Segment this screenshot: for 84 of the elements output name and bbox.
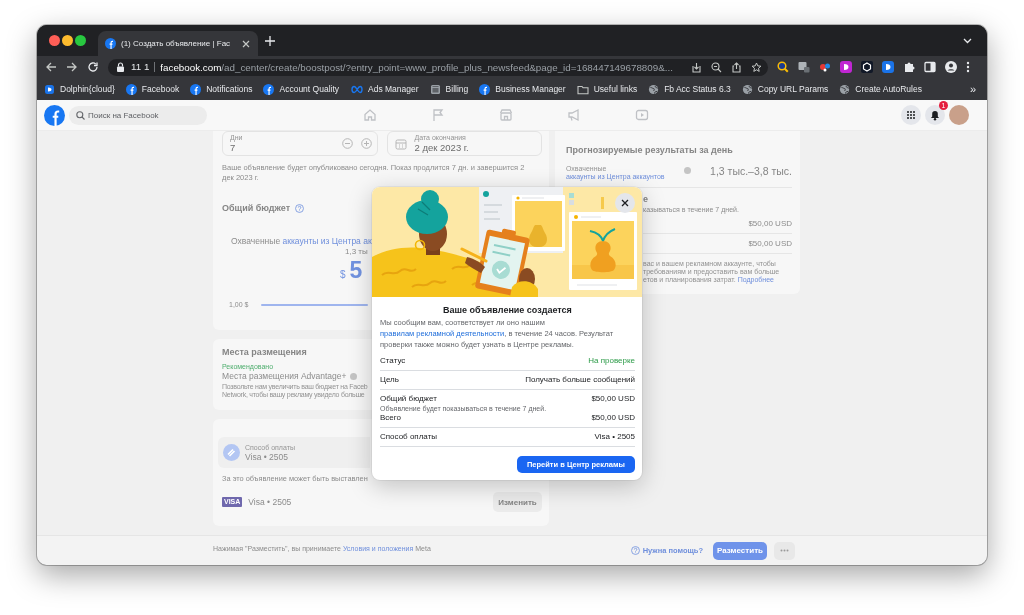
f-logo-icon <box>479 83 491 95</box>
bookmark[interactable]: Account Quality <box>263 83 339 95</box>
card-text: Visa • 2505 <box>248 497 292 507</box>
bookmark[interactable]: Fb Acc Status 6.3 <box>648 83 731 95</box>
bookmark[interactable]: Create AutoRules <box>839 83 922 95</box>
section-title: Общий бюджет <box>222 203 291 214</box>
section-title: е <box>643 194 649 205</box>
back-arrow-icon[interactable] <box>45 61 57 73</box>
f-logo-icon[interactable] <box>44 104 65 126</box>
f-logo-icon <box>263 83 275 95</box>
star-icon[interactable] <box>751 61 762 73</box>
globe-icon <box>648 83 660 95</box>
f-logo-icon <box>190 83 202 95</box>
bookmark[interactable]: Business Manager <box>479 83 566 95</box>
lock-icon[interactable] <box>116 62 125 72</box>
bookmark[interactable]: Ads Manager <box>350 83 419 95</box>
f-logo-icon <box>125 83 137 95</box>
bell-icon[interactable] <box>925 105 945 125</box>
bookmarks-overflow-button[interactable]: » <box>969 83 976 95</box>
section-title: Места размещения <box>222 347 308 358</box>
address-text[interactable]: facebook.com/ad_center/create/boostpost/?entry_point=www_profile_plus_newsfeed&page_id=168447149678809&... <box>160 61 673 73</box>
magnifier-extension-icon[interactable] <box>777 61 789 73</box>
section-title: Прогнозируемые результаты за день <box>566 145 734 156</box>
globe-icon <box>839 83 851 95</box>
bookmark[interactable]: Copy URL Params <box>741 83 829 95</box>
reach-value: 1,3 ты <box>345 247 368 257</box>
sidebar-icon[interactable] <box>924 61 936 73</box>
detail-label: Общий бюджет <box>380 394 437 404</box>
reload-icon[interactable] <box>87 61 99 73</box>
slider-track[interactable] <box>261 303 369 306</box>
info-icon <box>349 372 357 380</box>
window-close-icon[interactable] <box>49 35 60 46</box>
address-bar[interactable]: 11 1 facebook.com/ad_center/create/boostpost/?entry_point=www_profile_plus_newsfeed&page_id=168447149678809&... <box>108 58 768 76</box>
detail-label: Статус <box>380 356 406 366</box>
reach-range: 1,3 тыс.–3,8 тыс. <box>710 165 792 177</box>
tile-extension-icon[interactable] <box>840 61 852 73</box>
bookmark[interactable]: Billing <box>429 83 469 95</box>
detail-value: $50,00 USD <box>591 413 635 423</box>
folder-icon <box>576 83 589 95</box>
search-field[interactable]: Поиск на Facebook <box>69 105 207 125</box>
dots-extension-icon[interactable] <box>819 61 831 73</box>
detail-value: Visa • 2505 <box>594 432 635 442</box>
bookmark[interactable]: Notifications <box>190 83 253 95</box>
detail-label: Цель <box>380 375 399 385</box>
more-icon <box>780 549 789 552</box>
globe-icon <box>741 83 753 95</box>
share-icon[interactable] <box>731 61 742 73</box>
detail-value: $50,00 USD <box>591 394 635 404</box>
info-icon <box>684 167 691 174</box>
site-info-label[interactable]: 11 1 <box>131 62 156 72</box>
infinity-icon <box>350 83 363 95</box>
striped-circle-icon <box>223 444 240 461</box>
bookmark[interactable]: Useful links <box>576 83 638 95</box>
zoom-out-icon[interactable] <box>711 61 722 73</box>
forward-arrow-icon[interactable] <box>66 61 78 73</box>
detail-label: Способ оплаты <box>380 432 438 442</box>
card-extension-icon[interactable] <box>798 61 810 73</box>
window-minimize-icon[interactable] <box>62 35 73 46</box>
close-icon[interactable] <box>621 199 629 207</box>
grid-menu-icon[interactable] <box>901 105 921 125</box>
budget-amount: 5 <box>349 257 363 283</box>
detail-label: Всего <box>380 413 401 423</box>
page-icon <box>429 83 441 95</box>
bookmark[interactable]: Facebook <box>125 83 180 95</box>
browser-tab[interactable]: (1) Создать объявление | Fac <box>98 31 258 56</box>
kebab-menu-icon[interactable] <box>966 61 970 73</box>
bookmark[interactable]: Dolphin{cloud} <box>44 83 115 95</box>
download-icon[interactable] <box>691 61 702 73</box>
tile-extension-icon[interactable] <box>882 61 894 73</box>
app-icon <box>44 83 55 95</box>
status-value: На проверке <box>588 356 635 366</box>
dialog-title: Ваше объявление создается <box>442 305 573 316</box>
currency-symbol: $ <box>340 269 346 280</box>
cube-extension-icon[interactable] <box>861 61 873 73</box>
puzzle-icon[interactable] <box>903 61 915 73</box>
window-zoom-icon[interactable] <box>75 35 86 46</box>
calendar-icon <box>394 137 407 150</box>
amount-value: $50,00 USD <box>748 219 792 228</box>
detail-value: Получать больше сообщений <box>525 375 635 385</box>
profile-icon[interactable] <box>945 61 957 73</box>
chevron-down-icon[interactable] <box>963 37 972 44</box>
search-icon <box>76 110 85 120</box>
amount-value: $50,00 USD <box>748 239 792 248</box>
favicon-icon <box>105 38 116 49</box>
